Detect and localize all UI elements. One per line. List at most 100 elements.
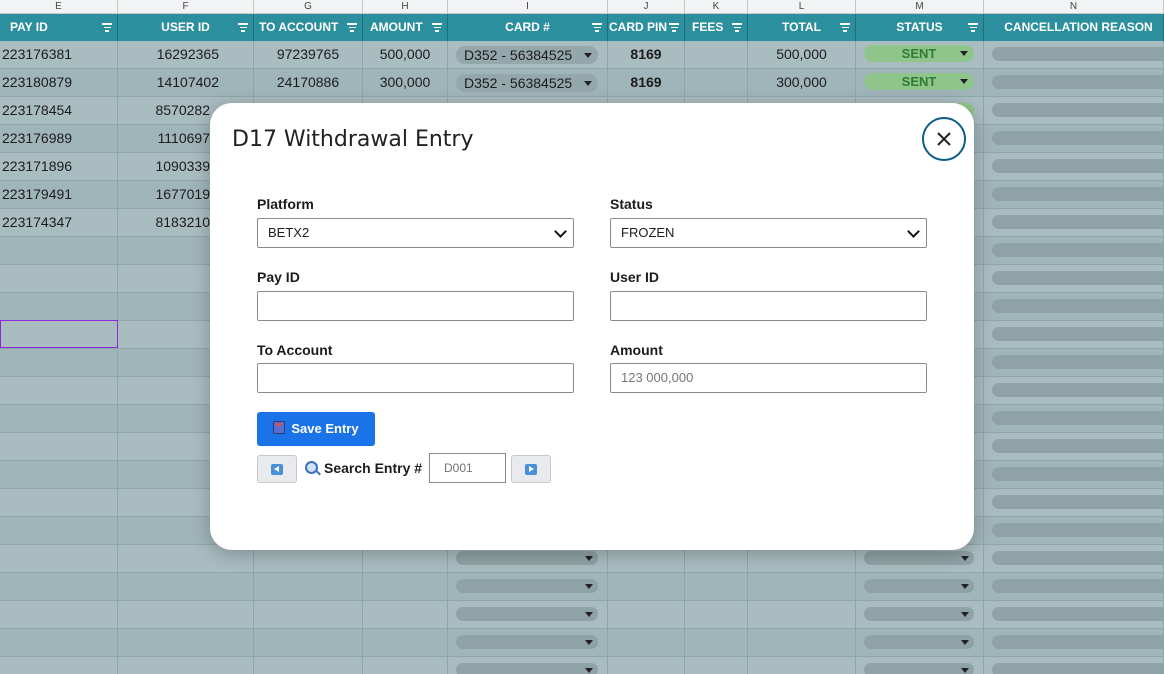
- cancellation-reason-chip[interactable]: [992, 355, 1163, 369]
- table-cell[interactable]: [984, 433, 1164, 460]
- card-dropdown-empty[interactable]: [456, 551, 598, 565]
- header-cell[interactable]: CARD #: [448, 14, 608, 41]
- header-cell[interactable]: STATUS: [856, 14, 984, 41]
- status-select[interactable]: FROZEN: [610, 218, 927, 248]
- filter-icon[interactable]: [238, 23, 248, 32]
- header-cell[interactable]: AMOUNT: [363, 14, 448, 41]
- cancellation-reason-chip[interactable]: [992, 47, 1163, 61]
- amount-input[interactable]: 123 000,000: [610, 363, 927, 393]
- cancellation-reason-chip[interactable]: [992, 383, 1163, 397]
- table-cell[interactable]: [984, 629, 1164, 656]
- cancellation-reason-chip[interactable]: [992, 607, 1163, 621]
- table-cell[interactable]: [0, 293, 118, 320]
- cancellation-reason-chip[interactable]: [992, 75, 1163, 89]
- table-cell[interactable]: [448, 573, 608, 600]
- cancellation-reason-chip[interactable]: [992, 663, 1163, 674]
- column-letter[interactable]: L: [748, 0, 856, 13]
- filter-icon[interactable]: [102, 23, 112, 32]
- table-cell[interactable]: [118, 657, 254, 674]
- table-cell[interactable]: [608, 573, 685, 600]
- column-letter[interactable]: G: [254, 0, 363, 13]
- table-cell[interactable]: 300,000: [748, 69, 856, 96]
- cancellation-reason-chip[interactable]: [992, 495, 1163, 509]
- table-cell[interactable]: [984, 293, 1164, 320]
- cancellation-reason-chip[interactable]: [992, 327, 1163, 341]
- table-cell[interactable]: [448, 601, 608, 628]
- table-cell[interactable]: [856, 573, 984, 600]
- table-cell[interactable]: [984, 377, 1164, 404]
- table-cell[interactable]: [0, 265, 118, 292]
- previous-entry-button[interactable]: [257, 455, 297, 483]
- table-cell[interactable]: [363, 573, 448, 600]
- cancellation-reason-chip[interactable]: [992, 411, 1163, 425]
- table-cell[interactable]: [363, 657, 448, 674]
- table-cell[interactable]: [748, 629, 856, 656]
- cancellation-reason-chip[interactable]: [992, 299, 1163, 313]
- to-account-input[interactable]: [257, 363, 574, 393]
- table-cell[interactable]: D352 - 56384525: [448, 69, 608, 96]
- table-cell[interactable]: [984, 461, 1164, 488]
- card-dropdown-empty[interactable]: [456, 635, 598, 649]
- table-cell[interactable]: [748, 573, 856, 600]
- table-cell[interactable]: 14107402: [118, 69, 254, 96]
- table-cell[interactable]: [0, 405, 118, 432]
- card-dropdown[interactable]: D352 - 56384525: [456, 46, 598, 64]
- filter-icon[interactable]: [347, 23, 357, 32]
- table-cell[interactable]: [685, 573, 748, 600]
- header-cell[interactable]: CARD PIN: [608, 14, 685, 41]
- table-cell[interactable]: [0, 545, 118, 572]
- column-letter[interactable]: K: [685, 0, 748, 13]
- table-cell[interactable]: 500,000: [748, 41, 856, 68]
- table-cell[interactable]: [856, 629, 984, 656]
- filter-icon[interactable]: [840, 23, 850, 32]
- cancellation-reason-chip[interactable]: [992, 243, 1163, 257]
- platform-select[interactable]: BETX2: [257, 218, 574, 248]
- status-dropdown-empty[interactable]: [864, 551, 974, 565]
- status-dropdown-empty[interactable]: [864, 579, 974, 593]
- header-cell[interactable]: TO ACCOUNT: [254, 14, 363, 41]
- header-cell[interactable]: TOTAL: [748, 14, 856, 41]
- user-id-input[interactable]: [610, 291, 927, 321]
- cancellation-reason-chip[interactable]: [992, 215, 1163, 229]
- close-button[interactable]: [922, 117, 966, 161]
- table-cell[interactable]: 24170886: [254, 69, 363, 96]
- filter-icon[interactable]: [432, 23, 442, 32]
- table-cell[interactable]: [685, 601, 748, 628]
- table-cell[interactable]: [984, 237, 1164, 264]
- table-cell[interactable]: [254, 629, 363, 656]
- table-cell[interactable]: [608, 601, 685, 628]
- table-cell[interactable]: [0, 601, 118, 628]
- cancellation-reason-chip[interactable]: [992, 271, 1163, 285]
- table-cell[interactable]: [254, 573, 363, 600]
- table-cell[interactable]: [118, 601, 254, 628]
- header-cell[interactable]: USER ID: [118, 14, 254, 41]
- cancellation-reason-chip[interactable]: [992, 439, 1163, 453]
- table-cell[interactable]: 223176989: [0, 125, 118, 152]
- table-cell[interactable]: [984, 265, 1164, 292]
- card-dropdown[interactable]: D352 - 56384525: [456, 74, 598, 92]
- table-cell[interactable]: [0, 517, 118, 544]
- table-cell[interactable]: [984, 69, 1164, 96]
- table-cell[interactable]: [984, 405, 1164, 432]
- cancellation-reason-chip[interactable]: [992, 131, 1163, 145]
- table-cell[interactable]: [984, 97, 1164, 124]
- column-letter[interactable]: H: [363, 0, 448, 13]
- cancellation-reason-chip[interactable]: [992, 551, 1163, 565]
- table-cell[interactable]: [984, 573, 1164, 600]
- table-cell[interactable]: [0, 489, 118, 516]
- table-cell[interactable]: 223174347: [0, 209, 118, 236]
- column-letter[interactable]: F: [118, 0, 254, 13]
- card-dropdown-empty[interactable]: [456, 607, 598, 621]
- table-cell[interactable]: 500,000: [363, 41, 448, 68]
- cancellation-reason-chip[interactable]: [992, 159, 1163, 173]
- table-cell[interactable]: [448, 657, 608, 674]
- table-cell[interactable]: SENT: [856, 69, 984, 96]
- filter-icon[interactable]: [732, 23, 742, 32]
- header-cell[interactable]: FEES: [685, 14, 748, 41]
- table-cell[interactable]: [0, 461, 118, 488]
- card-dropdown-empty[interactable]: [456, 579, 598, 593]
- table-cell[interactable]: [856, 601, 984, 628]
- table-cell[interactable]: [984, 209, 1164, 236]
- table-cell[interactable]: [984, 657, 1164, 674]
- table-cell[interactable]: [748, 601, 856, 628]
